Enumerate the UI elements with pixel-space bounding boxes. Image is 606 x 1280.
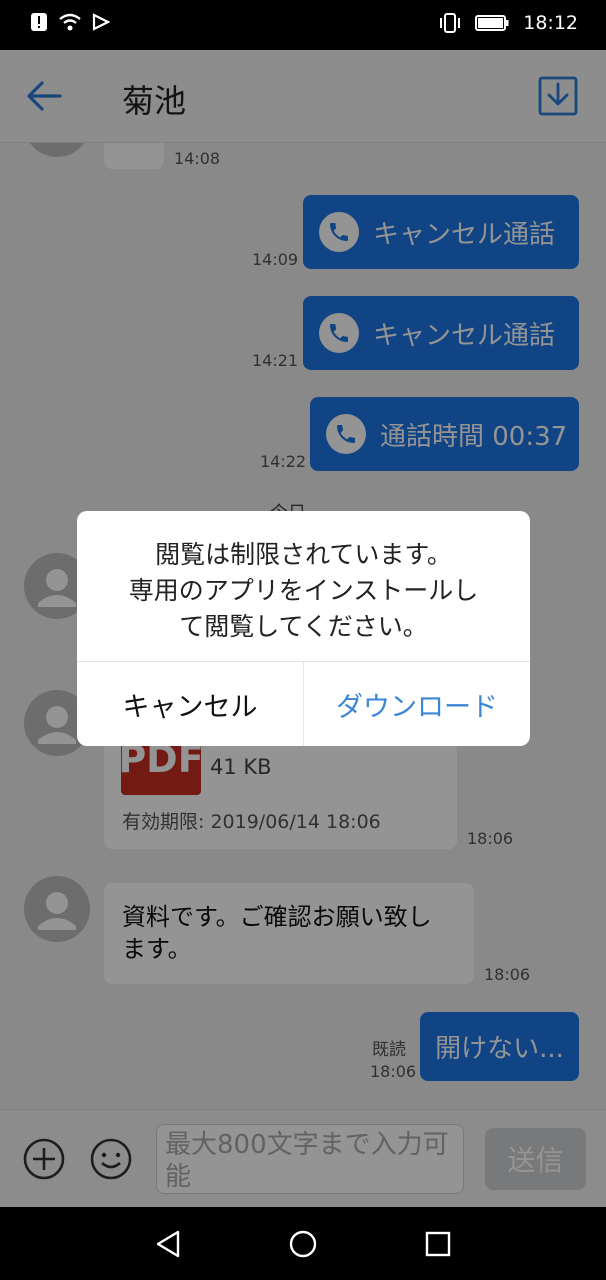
battery-icon (475, 15, 509, 31)
system-nav-bar (0, 1207, 606, 1280)
status-time: 18:12 (523, 12, 578, 34)
nav-home-icon[interactable] (288, 1229, 318, 1259)
nav-recents-icon[interactable] (424, 1230, 452, 1258)
status-left-icons (30, 12, 110, 32)
status-right: 18:12 (439, 12, 578, 34)
cancel-button[interactable]: キャンセル (77, 662, 303, 746)
vibrate-icon (440, 13, 461, 33)
wifi-icon (59, 13, 81, 31)
dialog-message: 閲覧は制限されています。 専用のアプリをインストールし て閲覧してください。 (128, 540, 479, 641)
nav-back-icon[interactable] (154, 1229, 182, 1259)
status-bar: 18:12 (0, 0, 606, 50)
download-button[interactable]: ダウンロード (304, 662, 530, 746)
restriction-dialog: 閲覧は制限されています。 専用のアプリをインストールし て閲覧してください。 キ… (77, 511, 530, 746)
notification-icon (92, 13, 110, 31)
alert-icon (31, 13, 47, 31)
